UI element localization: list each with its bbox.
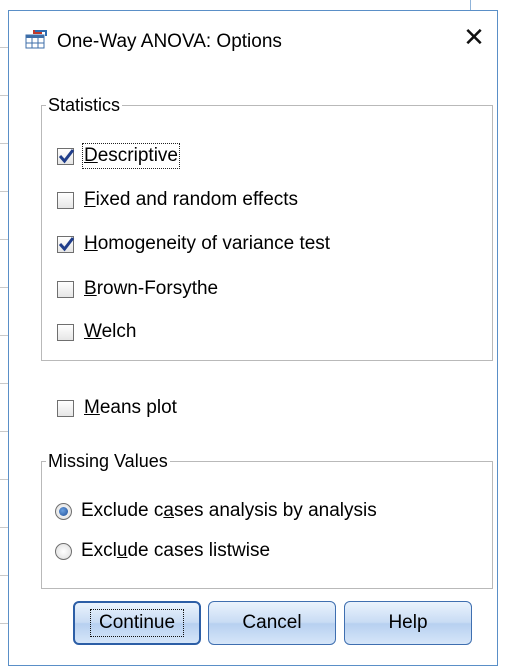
checkbox-welch[interactable]: Welch: [57, 318, 136, 346]
checkbox-label: Descriptive: [82, 143, 180, 169]
checkbox-brown-forsythe[interactable]: Brown-Forsythe: [57, 275, 218, 303]
radio-label: Exclude cases listwise: [81, 540, 271, 561]
radio-button[interactable]: [55, 542, 72, 560]
continue-button-label: Continue: [89, 609, 185, 637]
radio-exclude-listwise[interactable]: Exclude cases listwise: [55, 537, 270, 565]
background-right-strip: [498, 0, 506, 666]
checkbox-label: Welch: [84, 321, 137, 342]
dialog-title: One-Way ANOVA: Options: [57, 31, 282, 52]
checkbox-box[interactable]: [57, 147, 75, 165]
radio-selected-dot: [59, 506, 68, 516]
checkbox-label: Homogeneity of variance test: [84, 233, 331, 254]
close-button[interactable]: ✕: [451, 11, 497, 63]
radio-button[interactable]: [55, 502, 72, 520]
spss-app-icon: [25, 29, 47, 49]
checkbox-box[interactable]: [57, 399, 74, 417]
checkbox-box[interactable]: [57, 235, 75, 253]
checkbox-box[interactable]: [57, 280, 74, 298]
help-button[interactable]: Help: [344, 601, 472, 645]
continue-button[interactable]: Continue: [73, 601, 201, 645]
checkmark-icon: [58, 236, 75, 251]
checkbox-label: Fixed and random effects: [84, 189, 299, 210]
title-bar: One-Way ANOVA: Options ✕: [9, 11, 497, 63]
checkbox-box[interactable]: [57, 191, 74, 209]
anova-options-dialog: One-Way ANOVA: Options ✕ Statistics Desc…: [8, 10, 498, 666]
checkbox-descriptive[interactable]: Descriptive: [57, 142, 180, 170]
checkbox-box[interactable]: [57, 323, 74, 341]
cancel-button-label: Cancel: [242, 612, 302, 633]
close-icon: ✕: [463, 21, 485, 52]
checkbox-label: Brown-Forsythe: [84, 278, 219, 299]
checkmark-icon: [58, 148, 75, 163]
checkbox-label: Means plot: [84, 397, 177, 418]
background-spreadsheet-strip: [0, 0, 8, 666]
statistics-legend: Statistics: [48, 95, 121, 115]
help-button-label: Help: [388, 612, 428, 633]
missing-values-legend: Missing Values: [48, 451, 168, 471]
checkbox-homogeneity-variance[interactable]: Homogeneity of variance test: [57, 230, 330, 258]
radio-label: Exclude cases analysis by analysis: [81, 500, 377, 521]
checkbox-fixed-random-effects[interactable]: Fixed and random effects: [57, 186, 298, 214]
cancel-button[interactable]: Cancel: [208, 601, 336, 645]
radio-exclude-analysis-by-analysis[interactable]: Exclude cases analysis by analysis: [55, 497, 377, 525]
checkbox-means-plot[interactable]: Means plot: [57, 394, 177, 422]
background-window-edge: [470, 0, 500, 10]
